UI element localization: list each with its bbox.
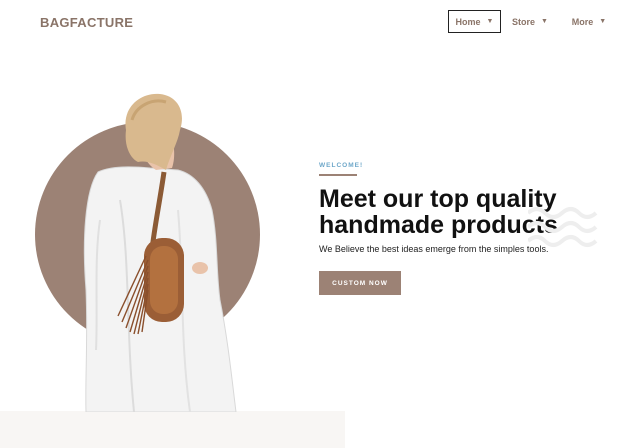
nav-item-home[interactable]: Home ▼: [448, 10, 501, 33]
nav-label-home: Home: [455, 16, 481, 27]
nav-item-more[interactable]: More ▼: [559, 10, 619, 33]
site-logo[interactable]: BAGFACTURE: [40, 15, 133, 30]
bottom-band: [0, 411, 345, 448]
nav-item-store[interactable]: Store ▼: [501, 10, 559, 33]
chevron-down-icon: ▼: [541, 18, 548, 25]
nav-label-store: Store: [512, 16, 536, 27]
wave-pattern-icon: [528, 207, 598, 247]
hero-title-line1: Meet our top quality: [319, 185, 557, 213]
hero-eyebrow: WELCOME!: [319, 162, 364, 169]
eyebrow-divider: [319, 174, 357, 176]
hero-subtitle: We Believe the best ideas emerge from th…: [319, 244, 549, 254]
chevron-down-icon: ▼: [599, 18, 607, 25]
custom-now-button[interactable]: CUSTOM NOW: [319, 271, 401, 295]
hero-model-image: [83, 93, 237, 412]
nav-label-more: More: [571, 16, 594, 27]
hero-title-line2: handmade products: [319, 211, 558, 239]
chevron-down-icon: ▼: [486, 18, 494, 25]
main-nav: Home ▼ Store ▼ More ▼: [448, 10, 619, 33]
